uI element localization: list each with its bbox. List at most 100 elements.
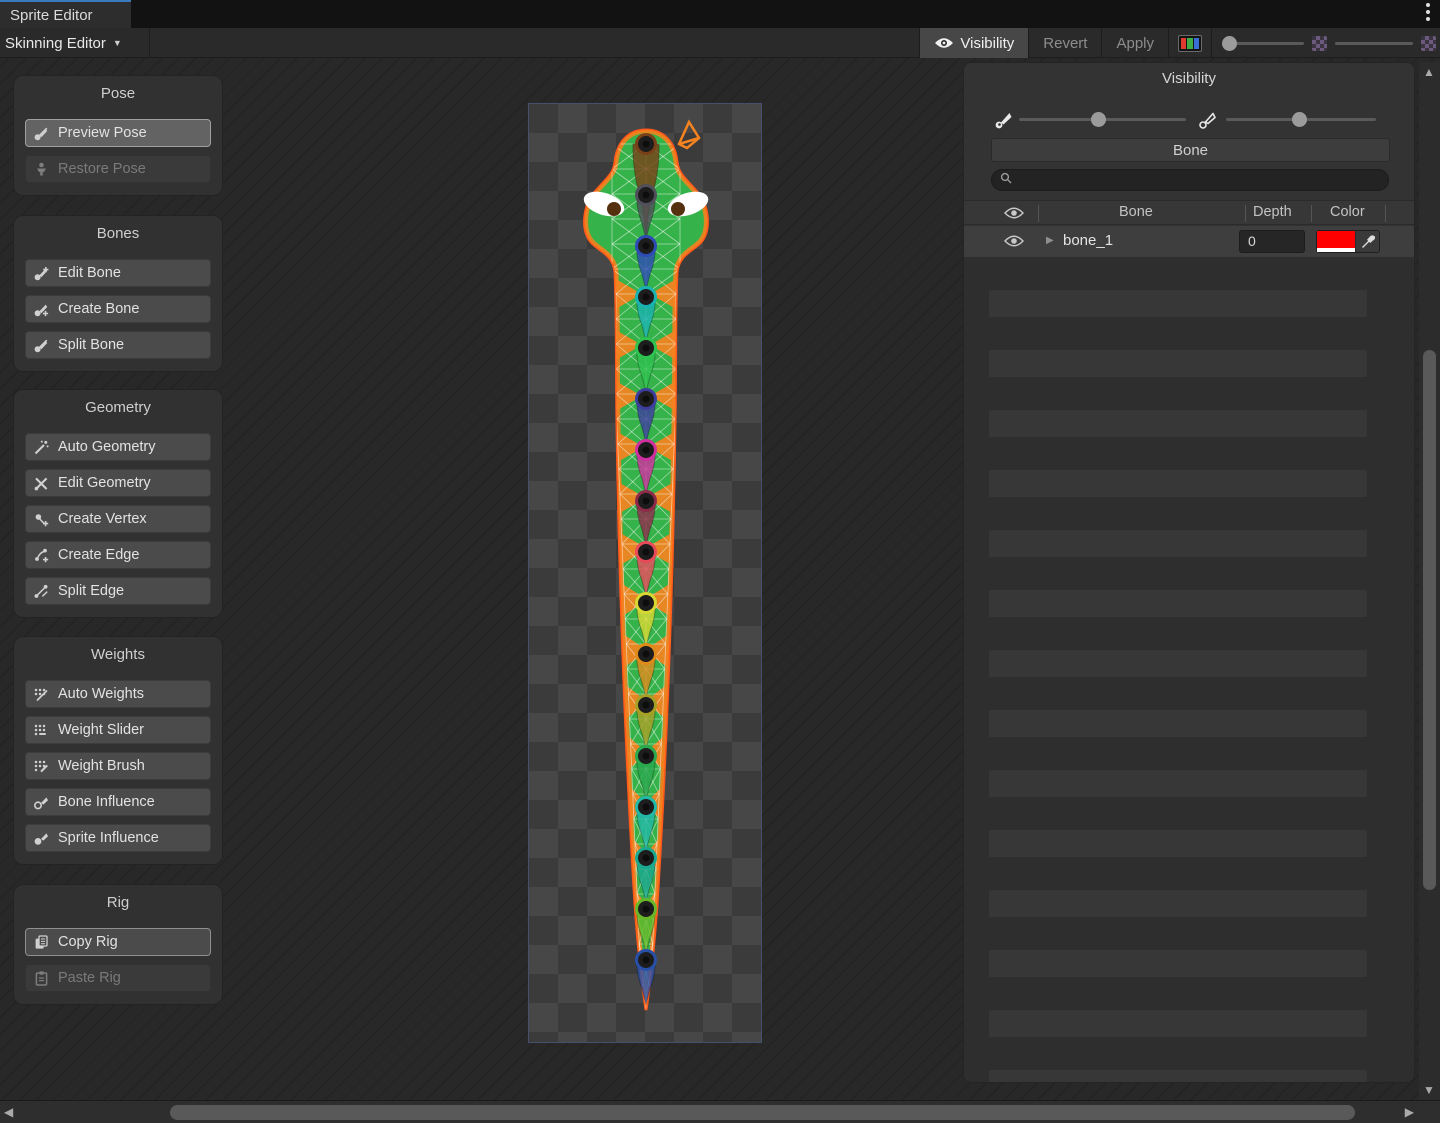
title-bar: Sprite Editor [0, 0, 1440, 28]
copy-rig-icon [33, 934, 50, 951]
edit-geometry-icon [33, 475, 50, 492]
auto-geometry-button[interactable]: Auto Geometry [25, 433, 211, 461]
split-bone-icon [33, 337, 50, 354]
skinning-editor-window: Sprite Editor Skinning Editor ▼ Visibili… [0, 0, 1440, 1123]
create-edge-button[interactable]: Create Edge [25, 541, 211, 569]
weight-slider-button[interactable]: Weight Slider [25, 716, 211, 744]
empty-list-row [989, 290, 1367, 317]
bone-filled-icon [992, 109, 1014, 136]
empty-list-row [989, 770, 1367, 797]
bone-color-swatch[interactable] [1317, 231, 1355, 252]
empty-list-row [989, 650, 1367, 677]
tab-bone[interactable]: Bone [991, 138, 1390, 162]
search-input[interactable] [1017, 173, 1377, 188]
button-label: Edit Geometry [58, 475, 151, 491]
weight-brush-icon [33, 758, 50, 775]
empty-list-row [989, 410, 1367, 437]
kebab-menu-icon[interactable] [1426, 3, 1430, 21]
create-vertex-icon [33, 511, 50, 528]
scroll-right-icon[interactable]: ▶ [1405, 1105, 1414, 1119]
panel-pose: PosePreview PoseRestore Pose [13, 75, 223, 196]
button-label: Auto Weights [58, 686, 144, 702]
column-header-bone[interactable]: Bone [1119, 204, 1153, 220]
bone-list-background [964, 257, 1415, 1082]
button-label: Copy Rig [58, 934, 118, 950]
depth-input[interactable]: 0 [1239, 230, 1305, 253]
sprite-opacity-knob[interactable] [1222, 36, 1237, 51]
eye-icon[interactable] [1004, 207, 1024, 219]
alpha-bar [1317, 248, 1355, 252]
mesh-overlay-knob[interactable] [1292, 112, 1307, 127]
split-bone-button[interactable]: Split Bone [25, 331, 211, 359]
tab-bone-label: Bone [1173, 142, 1208, 159]
scroll-left-icon[interactable]: ◀ [4, 1105, 13, 1119]
preview-pose-button[interactable]: Preview Pose [25, 119, 211, 147]
panel-title: Bones [25, 225, 211, 242]
scroll-up-icon[interactable]: ▲ [1423, 65, 1435, 79]
mesh-opacity-slider[interactable] [1335, 42, 1413, 45]
bone-influence-icon [33, 794, 50, 811]
button-label: Weight Brush [58, 758, 145, 774]
bone-opacity-slider[interactable] [1019, 118, 1186, 121]
bone-opacity-knob[interactable] [1091, 112, 1106, 127]
horizontal-scrollbar-thumb[interactable] [170, 1105, 1355, 1120]
panel-rig: RigCopy RigPaste Rig [13, 884, 223, 1005]
panel-geometry: GeometryAuto GeometryEdit GeometryCreate… [13, 389, 223, 618]
edit-geometry-button[interactable]: Edit Geometry [25, 469, 211, 497]
apply-button[interactable]: Apply [1102, 28, 1168, 58]
mode-dropdown[interactable]: Skinning Editor ▼ [0, 28, 150, 58]
empty-list-row [989, 590, 1367, 617]
empty-list-row [989, 710, 1367, 737]
bone-influence-button[interactable]: Bone Influence [25, 788, 211, 816]
vertical-scrollbar[interactable]: ▲ ▼ [1419, 62, 1440, 1100]
vertical-scrollbar-thumb[interactable] [1423, 350, 1436, 890]
sprite-opacity-slider[interactable] [1224, 42, 1304, 45]
bone-search-box[interactable] [991, 169, 1389, 191]
restore-pose-icon [33, 161, 50, 178]
expand-triangle-icon[interactable]: ▶ [1046, 235, 1054, 246]
button-label: Create Edge [58, 547, 139, 563]
bone-table-row[interactable]: ▶ bone_1 0 [964, 226, 1415, 257]
empty-list-row [989, 1070, 1367, 1083]
copy-rig-button[interactable]: Copy Rig [25, 928, 211, 956]
checker-sprite-icon [1312, 36, 1327, 51]
opacity-sliders [1212, 28, 1440, 58]
weight-brush-button[interactable]: Weight Brush [25, 752, 211, 780]
panel-title: Rig [25, 894, 211, 911]
panel-weights: Weights Auto Weights Weight Slider Weight B… [13, 636, 223, 865]
create-bone-button[interactable]: Create Bone [25, 295, 211, 323]
eye-icon[interactable] [1004, 235, 1024, 247]
button-label: Auto Geometry [58, 439, 156, 455]
bone-table-header: Bone Depth Color [964, 200, 1415, 225]
bone-outline-icon [1196, 109, 1218, 136]
mesh-overlay-slider[interactable] [1226, 118, 1376, 121]
split-edge-button[interactable]: Split Edge [25, 577, 211, 605]
bone-name-label: bone_1 [1063, 232, 1113, 249]
create-bone-icon [33, 301, 50, 318]
visibility-toggle-button[interactable]: Visibility [920, 28, 1028, 58]
sprite-color-swatch-button[interactable] [1169, 28, 1211, 58]
sprite-influence-button[interactable]: Sprite Influence [25, 824, 211, 852]
tab-sprite-editor[interactable]: Sprite Editor [0, 0, 131, 28]
eyedropper-icon[interactable] [1355, 231, 1379, 252]
checker-sprite-icon [1421, 36, 1436, 51]
split-edge-icon [33, 583, 50, 600]
auto-weights-button[interactable]: Auto Weights [25, 680, 211, 708]
horizontal-scrollbar[interactable]: ◀ ▶ [0, 1100, 1440, 1123]
column-header-depth[interactable]: Depth [1253, 204, 1292, 220]
sprite-canvas[interactable] [528, 103, 762, 1043]
panel-title: Weights [25, 646, 211, 663]
edit-bone-button[interactable]: Edit Bone [25, 259, 211, 287]
create-vertex-button[interactable]: Create Vertex [25, 505, 211, 533]
button-label: Create Bone [58, 301, 139, 317]
button-label: Preview Pose [58, 125, 147, 141]
restore-pose-button: Restore Pose [25, 155, 211, 183]
revert-button[interactable]: Revert [1029, 28, 1101, 58]
snake-sprite [529, 104, 763, 1044]
revert-button-label: Revert [1043, 35, 1087, 52]
auto-weights-icon [33, 686, 50, 703]
button-label: Bone Influence [58, 794, 155, 810]
button-label: Edit Bone [58, 265, 121, 281]
column-header-color[interactable]: Color [1330, 204, 1365, 220]
scroll-down-icon[interactable]: ▼ [1423, 1083, 1435, 1097]
